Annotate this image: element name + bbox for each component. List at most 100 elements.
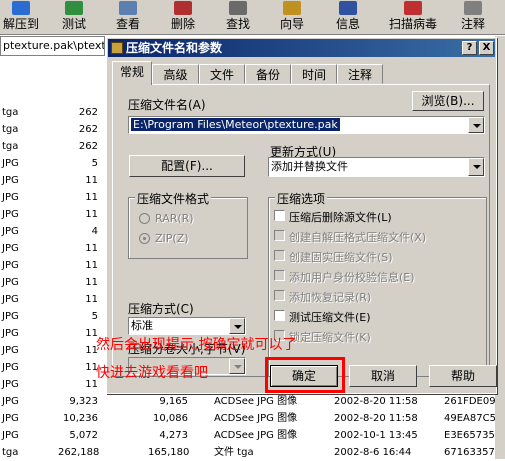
file-ext-cell: JPG — [2, 362, 19, 373]
checkbox-icon — [274, 290, 285, 301]
file-size-cell: 5 — [91, 158, 98, 169]
chevron-down-icon[interactable] — [468, 117, 484, 133]
toolbar-info-button[interactable]: 信息 — [328, 0, 368, 34]
file-size-cell: 11 — [85, 345, 98, 356]
format-rar-radio[interactable]: RAR(R) — [139, 212, 194, 225]
toolbar-label: 注释 — [460, 17, 485, 31]
file-crc-cell: E3E65735 — [444, 430, 495, 441]
file-size-cell: 11 — [85, 243, 98, 254]
option-label: 压缩后删除源文件(L) — [289, 211, 392, 224]
checkbox-icon — [274, 310, 285, 321]
file-modified-cell: 2002-10-1 13:45 — [334, 430, 418, 441]
toolbar-find-button[interactable]: 查找 — [218, 0, 258, 34]
option-delete-source[interactable]: 压缩后删除源文件(L) — [274, 209, 392, 225]
option-recovery-record[interactable]: 添加恢复记录(R) — [274, 289, 371, 305]
file-size-cell: 262 — [78, 107, 98, 118]
option-label: 创建固实压缩文件(S) — [289, 251, 393, 264]
method-label: 压缩方式(C) — [128, 302, 194, 316]
file-size-cell: 11 — [85, 379, 98, 390]
format-rar-label: RAR(R) — [155, 212, 194, 225]
file-size-cell: 9,323 — [69, 396, 98, 407]
table-row[interactable]: JPG 10,236 10,086 ACDSee JPG 图像 2002-8-20 11… — [0, 410, 505, 427]
file-modified-cell: 2002-8-20 11:58 — [334, 396, 418, 407]
extract-icon — [12, 1, 30, 15]
option-solid[interactable]: 创建固实压缩文件(S) — [274, 249, 393, 265]
dialog-titlebar: 压缩文件名和参数 ? X — [108, 39, 495, 57]
file-size-cell: 11 — [85, 294, 98, 305]
highlight-box — [265, 357, 345, 393]
archive-icon — [111, 42, 123, 54]
annotation-line-1: 然后会出现提示,按确定就可以了 — [96, 337, 297, 353]
format-zip-label: ZIP(Z) — [155, 232, 189, 245]
checkbox-icon — [274, 270, 285, 281]
update-mode-select[interactable]: 添加并替换文件 — [268, 157, 485, 177]
tab-advanced[interactable]: 高级 — [152, 64, 199, 84]
tab-general[interactable]: 常规 — [112, 61, 152, 85]
file-size-cell: 11 — [85, 277, 98, 288]
toolbar-delete-button[interactable]: 删除 — [163, 0, 203, 34]
file-crc-cell: 261FDE09 — [444, 396, 496, 407]
file-ext-cell: JPG — [2, 226, 19, 237]
tab-comment[interactable]: 注释 — [337, 64, 383, 84]
file-size-cell: 11 — [85, 209, 98, 220]
option-sfx[interactable]: 创建自解压格式压缩文件(X) — [274, 229, 426, 245]
file-type-cell: ACDSee JPG 图像 — [214, 413, 298, 424]
toolbar-view-button[interactable]: 查看 — [108, 0, 148, 34]
tab-files[interactable]: 文件 — [199, 64, 245, 84]
toolbar-extract-button[interactable]: 解压到 — [0, 0, 42, 34]
file-ext-cell: JPG — [2, 158, 19, 169]
toolbar-label: 信息 — [335, 17, 360, 31]
file-ext-cell: tga — [2, 107, 19, 118]
file-ext-cell: JPG — [2, 430, 19, 441]
toolbar-test-button[interactable]: 测试 — [54, 0, 94, 34]
table-row[interactable]: JPG 5,072 4,273 ACDSee JPG 图像 2002-10-1 13:4… — [0, 427, 505, 444]
toolbar-wizard-button[interactable]: 向导 — [272, 0, 312, 34]
test-icon — [65, 1, 83, 15]
file-ext-cell: JPG — [2, 209, 19, 220]
chevron-down-icon[interactable] — [229, 318, 245, 334]
file-size-cell: 5,072 — [69, 430, 98, 441]
file-ext-cell: JPG — [2, 175, 19, 186]
file-size-cell: 11 — [85, 260, 98, 271]
file-ext-cell: JPG — [2, 243, 19, 254]
address-field[interactable]: ptexture.pak\ptexture.pak — [0, 36, 105, 56]
option-label: 创建自解压格式压缩文件(X) — [289, 231, 427, 244]
main-toolbar: 解压到 测试 查看 删除 查找 向导 信息 扫描病毒 注释 — [0, 0, 505, 35]
toolbar-label: 解压到 — [2, 17, 39, 31]
file-size-cell: 11 — [85, 328, 98, 339]
find-icon — [229, 1, 247, 15]
file-type-cell: ACDSee JPG 图像 — [214, 430, 298, 441]
wizard-icon — [283, 1, 301, 15]
file-packed-cell: 4,273 — [159, 430, 188, 441]
file-ext-cell: JPG — [2, 294, 19, 305]
toolbar-scan-virus-button[interactable]: 扫描病毒 — [385, 0, 441, 34]
option-authenticity[interactable]: 添加用户身份校验信息(E) — [274, 269, 415, 285]
checkbox-icon — [274, 210, 285, 221]
help-button[interactable]: 帮助 — [429, 365, 497, 387]
format-zip-radio[interactable]: ZIP(Z) — [139, 232, 189, 245]
file-size-cell: 262 — [78, 124, 98, 135]
browse-button[interactable]: 浏览(B)... — [412, 91, 484, 111]
close-button[interactable]: X — [479, 41, 494, 55]
option-label: 测试压缩文件(E) — [289, 311, 371, 324]
radio-icon — [139, 233, 150, 244]
table-row[interactable]: tga 262,188 165,180 文件 tga 2002-8-6 16:44 671… — [0, 444, 505, 461]
help-title-button[interactable]: ? — [462, 41, 477, 55]
checkbox-icon — [274, 230, 285, 241]
table-row[interactable]: JPG 9,323 9,165 ACDSee JPG 图像 2002-8-20 11:5… — [0, 393, 505, 410]
method-select[interactable]: 标准 — [128, 317, 246, 335]
option-test-archive[interactable]: 测试压缩文件(E) — [274, 309, 371, 325]
tab-time[interactable]: 时间 — [291, 64, 337, 84]
profiles-button[interactable]: 配置(F)... — [129, 155, 245, 177]
toolbar-comment-button[interactable]: 注释 — [453, 0, 493, 34]
checkbox-icon — [274, 250, 285, 261]
file-packed-cell: 165,180 — [148, 447, 190, 458]
method-value: 标准 — [131, 319, 153, 332]
toolbar-label: 查找 — [225, 17, 250, 31]
file-crc-cell: 49EA87C5 — [444, 413, 496, 424]
tab-backup[interactable]: 备份 — [245, 64, 291, 84]
archive-name-field[interactable]: E:\Program Files\Meteor\ptexture.pak — [128, 116, 485, 134]
toolbar-label: 查看 — [115, 17, 140, 31]
chevron-down-icon[interactable] — [468, 158, 484, 176]
dialog-title: 压缩文件名和参数 — [126, 41, 223, 55]
